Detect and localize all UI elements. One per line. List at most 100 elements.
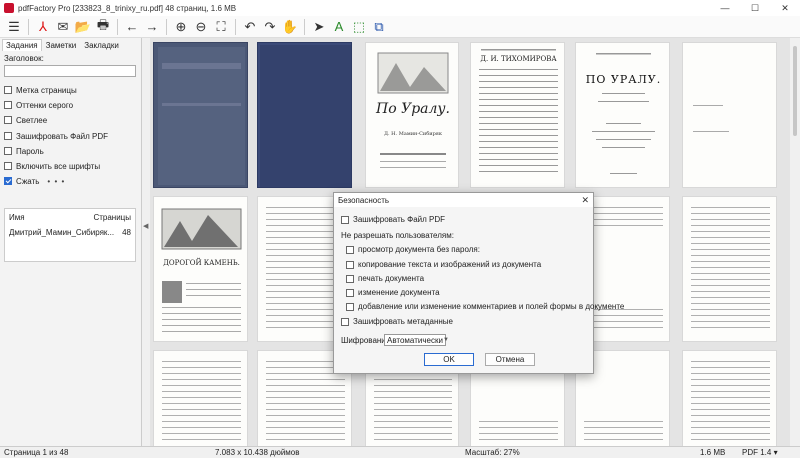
option-grayscale[interactable]: Оттенки серого <box>4 99 73 111</box>
encrypt-metadata-option[interactable]: Зашифровать метаданные <box>341 317 453 326</box>
ok-button[interactable]: OK <box>424 353 474 366</box>
document-list: Имя Страницы Дмитрий_Мамин_Сибиряк... 48 <box>4 208 136 262</box>
checkbox[interactable] <box>4 162 12 170</box>
status-page-size: 7.083 x 10.438 дюймов <box>215 448 300 457</box>
page-thumbnail[interactable] <box>682 350 777 446</box>
page-thumbnail[interactable] <box>153 42 248 188</box>
permission-modify[interactable]: изменение документа <box>346 288 440 297</box>
email-icon[interactable]: ✉ <box>53 18 73 36</box>
tab-notes[interactable]: Заметки <box>42 39 81 51</box>
page-thumbnail[interactable]: По Уралу. Д. Н. Мамин-Сибиряк <box>365 42 459 188</box>
publisher-text-lines <box>479 49 558 172</box>
toolbar-separator <box>28 18 29 35</box>
checkbox[interactable] <box>346 245 354 254</box>
checkbox[interactable] <box>346 260 354 269</box>
status-bar: Страница 1 из 48 7.083 x 10.438 дюймов М… <box>0 446 800 458</box>
option-compress[interactable]: Сжать • • • <box>4 175 65 187</box>
checkbox[interactable] <box>4 116 12 124</box>
copy-icon[interactable]: ⧉ <box>369 18 389 36</box>
heading-label: Заголовок: <box>4 54 44 63</box>
checkbox-checked[interactable] <box>4 177 12 185</box>
page-text-lines <box>693 105 729 132</box>
list-item[interactable]: Дмитрий_Мамин_Сибиряк... 48 <box>5 222 135 237</box>
text-tool-icon[interactable]: A <box>329 18 349 36</box>
area-select-icon[interactable]: ⬚ <box>349 18 369 36</box>
page-text-lines <box>691 207 770 328</box>
cipher-select[interactable]: Автоматически ▼ <box>384 334 449 346</box>
heading-input[interactable] <box>4 65 136 77</box>
permission-copy[interactable]: копирование текста и изображений из доку… <box>346 260 541 269</box>
page-thumbnail[interactable] <box>682 196 777 342</box>
page-text-lines <box>162 283 241 332</box>
toolbar-separator <box>166 18 167 35</box>
page-thumbnail[interactable]: Д. И. ТИХОМИРОВА <box>470 42 565 188</box>
panel-splitter[interactable] <box>142 38 150 446</box>
permission-label: просмотр документа без пароля: <box>358 245 480 254</box>
option-label: Сжать <box>16 176 40 186</box>
column-name[interactable]: Имя <box>9 213 25 222</box>
checkbox[interactable] <box>346 274 354 283</box>
select-cursor-icon[interactable]: ➤ <box>309 18 329 36</box>
checkbox[interactable] <box>4 86 12 94</box>
page-thumbnail[interactable] <box>257 42 352 188</box>
left-panel: Задания Заметки Закладки Заголовок: Метк… <box>0 38 142 446</box>
minimize-button[interactable]: — <box>710 0 740 16</box>
maximize-button[interactable]: ☐ <box>740 0 770 16</box>
checkbox[interactable] <box>341 317 349 326</box>
option-page-label[interactable]: Метка страницы <box>4 84 77 96</box>
page-thumbnail[interactable]: ПО УРАЛУ. <box>575 42 670 188</box>
collapse-arrow-icon[interactable]: ◀ <box>143 222 148 230</box>
checkbox[interactable] <box>4 132 12 140</box>
page-thumbnail[interactable] <box>682 42 777 188</box>
cover-author: Д. Н. Мамин-Сибиряк <box>383 131 443 137</box>
option-label: Включить все шрифты <box>16 161 101 171</box>
list-header: Имя Страницы <box>5 209 135 222</box>
security-dialog: Безопасность ✕ Зашифровать Файл PDF Не р… <box>333 192 624 374</box>
open-folder-icon[interactable]: 📂 <box>73 18 93 36</box>
menu-icon[interactable]: ☰ <box>4 18 24 36</box>
undo-icon[interactable]: ↶ <box>240 18 260 36</box>
permission-label: добавление или изменение комментариев и … <box>358 302 625 311</box>
checkbox[interactable] <box>341 215 349 224</box>
checkbox[interactable] <box>4 101 12 109</box>
scrollbar-thumb[interactable] <box>793 46 797 136</box>
permission-print[interactable]: печать документа <box>346 274 424 283</box>
option-label: Зашифровать Файл PDF <box>353 215 446 224</box>
permission-label: копирование текста и изображений из доку… <box>358 260 542 269</box>
zoom-out-icon[interactable]: ⊖ <box>191 18 211 36</box>
hand-icon[interactable]: ✋ <box>280 18 300 36</box>
checkbox[interactable] <box>346 302 354 311</box>
option-embed-fonts[interactable]: Включить все шрифты <box>4 160 100 172</box>
doc-pages: 48 <box>122 228 131 237</box>
pdf-icon[interactable]: ⅄ <box>33 18 53 36</box>
encrypt-pdf-option[interactable]: Зашифровать Файл PDF <box>341 215 445 224</box>
back-arrow-icon[interactable]: ← <box>122 18 142 36</box>
cancel-button[interactable]: Отмена <box>485 353 535 366</box>
status-page: Страница 1 из 48 <box>4 448 69 457</box>
option-lighter[interactable]: Светлее <box>4 114 47 126</box>
column-pages[interactable]: Страницы <box>93 213 131 222</box>
zoom-in-icon[interactable]: ⊕ <box>171 18 191 36</box>
print-icon[interactable]: 🖶 <box>93 17 113 36</box>
dialog-title: Безопасность <box>338 195 390 205</box>
panel-tabs: Задания Заметки Закладки <box>0 39 141 51</box>
checkbox[interactable] <box>4 147 12 155</box>
option-encrypt-pdf[interactable]: Зашифровать Файл PDF <box>4 130 108 142</box>
redo-icon[interactable]: ↷ <box>260 18 280 36</box>
checkbox[interactable] <box>346 288 354 297</box>
permission-annotate[interactable]: добавление или изменение комментариев и … <box>346 302 624 311</box>
option-password[interactable]: Пароль <box>4 145 44 157</box>
close-button[interactable]: ✕ <box>770 0 800 16</box>
more-options-button[interactable]: • • • <box>47 177 65 186</box>
fit-page-icon[interactable]: ⛶ <box>211 18 231 36</box>
toolbar: ☰ ⅄ ✉ 📂 🖶 ← → ⊕ ⊖ ⛶ ↶ ↷ ✋ ➤ A ⬚ ⧉ <box>0 16 800 38</box>
page-thumbnail[interactable] <box>153 350 248 446</box>
tab-bookmarks[interactable]: Закладки <box>80 39 123 51</box>
permission-view-without-password[interactable]: просмотр документа без пароля: <box>346 245 480 254</box>
permission-label: печать документа <box>358 274 425 283</box>
forward-arrow-icon[interactable]: → <box>142 18 162 36</box>
pdf-version-select[interactable]: PDF 1.4 ▾ <box>742 448 778 457</box>
page-thumbnail[interactable]: ДОРОГОЙ КАМЕНЬ. <box>153 196 248 342</box>
tab-tasks[interactable]: Задания <box>2 39 42 51</box>
dialog-close-icon[interactable]: ✕ <box>581 195 589 206</box>
